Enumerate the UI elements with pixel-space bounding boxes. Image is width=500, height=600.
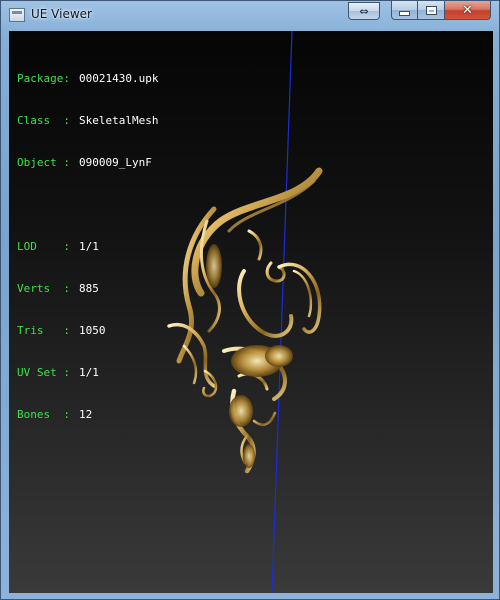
object-label: Object : [17,156,70,169]
title-bar[interactable]: UE Viewer ⇔ ✕ [1,1,500,31]
info-row-package: Package: 00021430.upk [17,72,158,86]
verts-label: Verts : [17,282,70,295]
info-row-uvset: UV Set : 1/1 [17,366,158,380]
bones-label: Bones : [17,408,70,421]
minimize-button[interactable] [391,1,418,20]
3d-viewport[interactable]: Package: 00021430.upk Class : SkeletalMesh… [9,31,493,593]
tris-value: 1050 [79,324,106,337]
mesh-core [206,244,293,468]
info-row-class: Class : SkeletalMesh [17,114,158,128]
info-row-object: Object : 090009_LynF [17,156,158,170]
package-label: Package: [17,72,70,85]
bones-value: 12 [79,408,93,421]
restore-size-button[interactable]: ⇔ [348,2,380,20]
maximize-button[interactable] [418,1,445,20]
info-row-lod: LOD : 1/1 [17,240,158,254]
object-value: 090009_LynF [79,156,152,169]
class-label: Class : [17,114,70,127]
tris-label: Tris : [17,324,70,337]
info-row-verts: Verts : 885 [17,282,158,296]
restore-size-icon: ⇔ [359,4,369,18]
uvset-label: UV Set : [17,366,70,379]
uvset-value: 1/1 [79,366,99,379]
lod-label: LOD : [17,240,70,253]
maximize-icon [426,6,436,14]
info-row-tris: Tris : 1050 [17,324,158,338]
app-icon [9,8,25,22]
class-value: SkeletalMesh [79,114,159,127]
axis-line [271,31,293,593]
window-frame: UE Viewer ⇔ ✕ Package: 00021430.upk Clas… [0,0,500,600]
info-row-bones: Bones : 12 [17,408,158,422]
close-icon: ✕ [462,2,473,18]
package-value: 00021430.upk [79,72,159,85]
window-title: UE Viewer [31,7,92,21]
verts-value: 885 [79,282,99,295]
minimize-icon [399,10,410,16]
lod-value: 1/1 [79,240,99,253]
close-button[interactable]: ✕ [445,1,491,20]
mesh-info-overlay: Package: 00021430.upk Class : SkeletalMesh… [17,44,158,450]
